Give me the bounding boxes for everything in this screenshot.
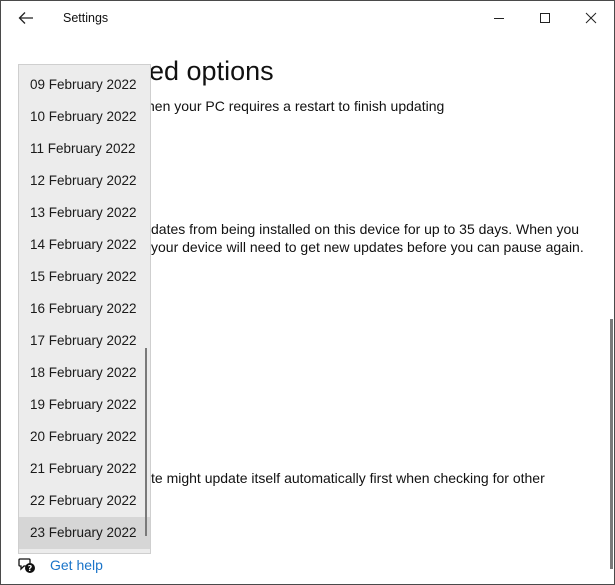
- pause-description-line1: dates from being installed on this devic…: [151, 221, 580, 237]
- date-option[interactable]: 12 February 2022: [19, 165, 150, 197]
- date-option[interactable]: 13 February 2022: [19, 197, 150, 229]
- date-option[interactable]: 16 February 2022: [19, 293, 150, 325]
- dropdown-scrollbar[interactable]: [145, 348, 147, 536]
- get-help-link[interactable]: ? Get help: [18, 556, 103, 574]
- minimize-button[interactable]: [476, 1, 522, 35]
- maximize-button[interactable]: [522, 1, 568, 35]
- close-icon: [585, 12, 597, 24]
- page-scrollbar[interactable]: [610, 319, 613, 569]
- window-title: Settings: [63, 11, 109, 25]
- date-option[interactable]: 22 February 2022: [19, 485, 150, 517]
- date-option[interactable]: 09 February 2022: [19, 69, 150, 101]
- title-bar: Settings: [1, 1, 614, 35]
- minimize-icon: [494, 18, 504, 19]
- maximize-icon: [540, 13, 550, 23]
- date-option-selected[interactable]: 23 February 2022: [19, 517, 150, 549]
- date-option[interactable]: 14 February 2022: [19, 229, 150, 261]
- date-option[interactable]: 20 February 2022: [19, 421, 150, 453]
- pause-until-dropdown-list[interactable]: 09 February 2022 10 February 2022 11 Feb…: [18, 64, 151, 554]
- auto-update-text: te might update itself automatically fir…: [151, 470, 545, 486]
- date-option[interactable]: 11 February 2022: [19, 133, 150, 165]
- date-option[interactable]: 17 February 2022: [19, 325, 150, 357]
- date-option[interactable]: 19 February 2022: [19, 389, 150, 421]
- date-option[interactable]: 10 February 2022: [19, 101, 150, 133]
- pause-description-line2: your device will need to get new updates…: [151, 239, 584, 255]
- date-option[interactable]: 21 February 2022: [19, 453, 150, 485]
- page-heading-text: ed options: [149, 56, 274, 86]
- date-option[interactable]: 18 February 2022: [19, 357, 150, 389]
- date-option[interactable]: 15 February 2022: [19, 261, 150, 293]
- settings-window: Settings ed options hen your PC requires…: [0, 0, 615, 585]
- back-button[interactable]: [13, 5, 39, 31]
- svg-text:?: ?: [28, 564, 33, 573]
- get-help-label[interactable]: Get help: [50, 557, 103, 573]
- restart-notify-text: hen your PC requires a restart to finish…: [147, 98, 445, 114]
- chat-help-icon: ?: [18, 558, 35, 573]
- close-button[interactable]: [568, 1, 614, 35]
- arrow-left-icon: [18, 12, 33, 24]
